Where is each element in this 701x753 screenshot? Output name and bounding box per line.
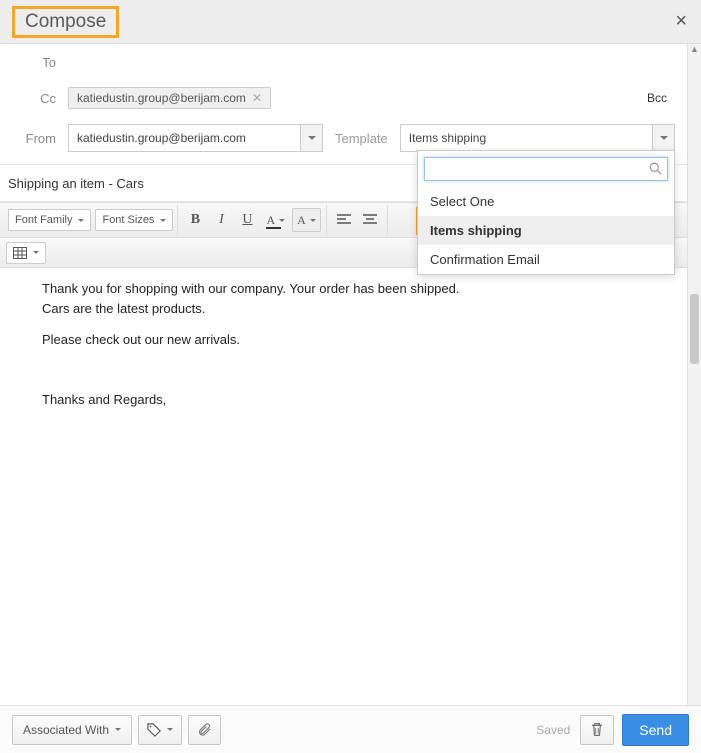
chevron-down-icon [78, 219, 84, 222]
align-center-icon [363, 214, 377, 226]
compose-title: Compose [19, 9, 112, 34]
bcc-toggle[interactable]: Bcc [647, 91, 667, 105]
align-center-button[interactable] [358, 208, 382, 232]
dropdown-search-input[interactable] [424, 157, 668, 181]
font-family-label: Font Family [15, 214, 72, 226]
associated-with-button[interactable]: Associated With [12, 715, 132, 745]
body-line: Thank you for shopping with our company.… [42, 280, 671, 298]
template-select[interactable]: Items shipping [400, 124, 675, 152]
from-select-caret[interactable] [300, 125, 322, 151]
bold-button[interactable]: B [183, 208, 207, 232]
format-group: B I U A A [178, 205, 326, 235]
compose-title-highlight: Compose [12, 6, 119, 38]
body-line: Cars are the latest products. [42, 300, 671, 318]
align-left-button[interactable] [332, 208, 356, 232]
chevron-down-icon [33, 251, 39, 254]
scroll-thumb[interactable] [690, 294, 699, 364]
template-label: Template [323, 131, 400, 146]
saved-status: Saved [536, 723, 570, 737]
search-icon [649, 162, 662, 175]
body-line: Thanks and Regards, [42, 391, 671, 409]
align-group [327, 205, 388, 235]
text-color-button[interactable]: A [261, 208, 290, 232]
cc-recipient-text: katiedustin.group@berijam.com [77, 91, 246, 105]
close-icon[interactable]: × [675, 10, 687, 33]
font-size-label: Font Sizes [102, 214, 154, 226]
font-group: Font Family Font Sizes [4, 205, 178, 235]
from-label: From [8, 131, 68, 146]
to-label: To [8, 55, 68, 70]
italic-button[interactable]: I [209, 208, 233, 232]
scroll-up-arrow[interactable]: ▲ [688, 44, 701, 58]
body-line: Please check out our new arrivals. [42, 331, 671, 349]
remove-recipient-icon[interactable]: ✕ [252, 91, 262, 105]
compose-form: To Cc katiedustin.group@berijam.com ✕ Bc… [0, 44, 687, 156]
vertical-scrollbar[interactable]: ▲ ▼ [687, 44, 701, 753]
trash-button[interactable] [580, 715, 614, 745]
highlight-color-button[interactable]: A [292, 208, 321, 232]
from-select-value: katiedustin.group@berijam.com [77, 131, 300, 145]
font-family-select[interactable]: Font Family [8, 209, 91, 231]
send-button[interactable]: Send [622, 714, 689, 746]
trash-icon [590, 722, 604, 737]
cc-row: Cc katiedustin.group@berijam.com ✕ Bcc [8, 80, 675, 116]
template-dropdown: Select One Items shipping Confirmation E… [417, 150, 675, 275]
tag-icon [147, 723, 161, 737]
associated-with-label: Associated With [23, 723, 109, 737]
dropdown-option-items-shipping[interactable]: Items shipping [418, 216, 674, 245]
from-select[interactable]: katiedustin.group@berijam.com [68, 124, 323, 152]
template-select-value: Items shipping [409, 131, 652, 145]
underline-button[interactable]: U [235, 208, 259, 232]
chevron-down-icon [115, 728, 121, 731]
font-size-select[interactable]: Font Sizes [95, 209, 173, 231]
tag-button[interactable] [138, 715, 182, 745]
cc-label: Cc [8, 91, 68, 106]
template-select-caret[interactable] [652, 125, 674, 151]
paperclip-icon [197, 722, 212, 737]
table-icon [13, 247, 27, 259]
header: Compose × [0, 0, 701, 44]
dropdown-option-select-one[interactable]: Select One [418, 187, 674, 216]
cc-recipient-chip[interactable]: katiedustin.group@berijam.com ✕ [68, 87, 271, 109]
to-input[interactable] [68, 47, 675, 77]
chevron-down-icon [167, 728, 173, 731]
dropdown-search-row [418, 151, 674, 187]
align-left-icon [337, 214, 351, 226]
footer: Associated With Saved Send [0, 705, 701, 753]
table-button[interactable] [6, 242, 46, 264]
email-body[interactable]: Thank you for shopping with our company.… [0, 268, 687, 646]
dropdown-option-confirmation-email[interactable]: Confirmation Email [418, 245, 674, 274]
chevron-down-icon [160, 219, 166, 222]
attachment-button[interactable] [188, 715, 221, 745]
to-row: To [8, 44, 675, 80]
